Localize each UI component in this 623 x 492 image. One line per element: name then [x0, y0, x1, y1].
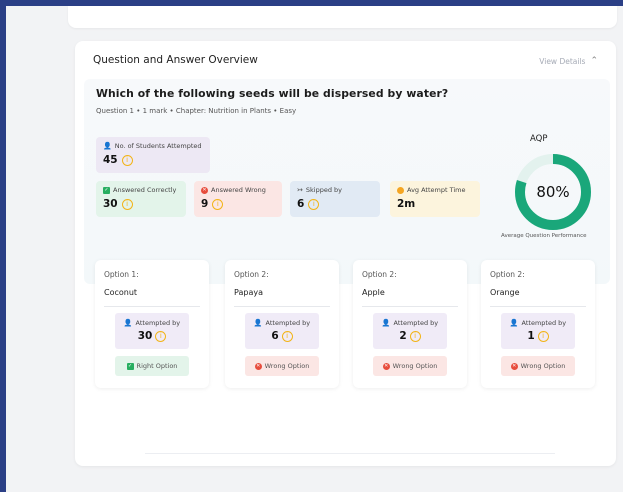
option-number: Option 2: [490, 270, 525, 279]
stat-skipped: ↣ Skipped by 6i [290, 181, 380, 217]
option-attempted-value: 30 [137, 330, 153, 342]
option-attempted-label: Attempted by [393, 319, 439, 327]
info-icon[interactable]: i [281, 330, 293, 342]
option-status-label: Wrong Option [264, 362, 310, 370]
view-details-link[interactable]: View Details ⌃ [539, 56, 598, 66]
check-icon: ✓ [126, 362, 134, 370]
option-status-label: Wrong Option [520, 362, 566, 370]
x-circle-icon: ✕ [254, 362, 262, 370]
stat-correct: ✓ Answered Correctly 30 i [96, 181, 186, 217]
info-icon[interactable]: i [121, 154, 133, 166]
option-name: Papaya [234, 288, 263, 297]
question-meta: Question 1 • 1 mark • Chapter: Nutrition… [96, 107, 297, 115]
divider [145, 453, 555, 454]
stat-correct-label: Answered Correctly [113, 186, 177, 194]
option-status-tag: ✕ Wrong Option [245, 356, 319, 376]
stat-attempted: 👤 No. of Students Attempted 45 i [96, 137, 210, 173]
option-attempted-value: 6 [271, 330, 279, 342]
x-circle-icon: ✕ [510, 362, 518, 370]
divider [490, 306, 586, 307]
option-attempted-label: Attempted by [265, 319, 311, 327]
previous-card-edge [68, 6, 617, 28]
stat-skipped-label: Skipped by [305, 186, 342, 194]
person-icon: 👤 [123, 319, 133, 327]
divider [362, 306, 458, 307]
check-icon: ✓ [103, 186, 110, 194]
option-card: Option 2: Orange 👤 Attempted by 1 i ✕ Wrong Opt… [481, 260, 595, 388]
option-number: Option 2: [362, 270, 397, 279]
option-card: Option 2: Papaya 👤 Attempted by 6 i ✕ Wrong Opt… [225, 260, 339, 388]
stat-wrong-value: 9 [201, 198, 209, 210]
option-status-label: Right Option [136, 362, 178, 370]
option-attempted-box: 👤 Attempted by 1 i [501, 313, 575, 349]
option-attempted-label: Attempted by [135, 319, 181, 327]
info-icon[interactable]: i [155, 330, 167, 342]
info-icon[interactable]: i [308, 198, 320, 210]
stat-avg-time: Avg Attempt Time 2m [390, 181, 480, 217]
option-status-tag: ✕ Wrong Option [373, 356, 447, 376]
chevron-up-icon: ⌃ [590, 56, 598, 66]
option-name: Apple [362, 288, 385, 297]
x-circle-icon: ✕ [201, 186, 208, 194]
option-status-tag: ✓ Right Option [115, 356, 189, 376]
person-icon: 👤 [253, 319, 263, 327]
option-attempted-box: 👤 Attempted by 30 i [115, 313, 189, 349]
option-name: Orange [490, 288, 520, 297]
person-icon: 👤 [381, 319, 391, 327]
stat-wrong-label: Answered Wrong [211, 186, 266, 194]
person-icon: 👤 [103, 142, 112, 150]
card-title: Question and Answer Overview [93, 54, 258, 66]
option-attempted-box: 👤 Attempted by 2 i [373, 313, 447, 349]
option-number: Option 2: [234, 270, 269, 279]
aqp-value: 80% [536, 183, 569, 201]
divider [104, 306, 200, 307]
aqp-title: AQP [530, 134, 548, 144]
skip-arrow-icon: ↣ [297, 186, 303, 194]
info-icon[interactable]: i [409, 330, 421, 342]
option-name: Coconut [104, 288, 138, 297]
view-details-label: View Details [539, 56, 586, 66]
option-card: Option 1: Coconut 👤 Attempted by 30 i ✓ Right O… [95, 260, 209, 388]
stat-skipped-value: 6 [297, 198, 305, 210]
qa-overview-card: Question and Answer Overview View Detail… [75, 41, 616, 466]
aqp-subtitle: Average Question Performance [501, 233, 587, 239]
stat-avg-time-value: 2m [397, 198, 416, 210]
option-attempted-label: Attempted by [521, 319, 567, 327]
info-icon[interactable]: i [212, 198, 224, 210]
stat-avg-time-label: Avg Attempt Time [407, 186, 466, 194]
x-circle-icon: ✕ [382, 362, 390, 370]
option-card: Option 2: Apple 👤 Attempted by 2 i ✕ Wrong Opti… [353, 260, 467, 388]
option-status-tag: ✕ Wrong Option [501, 356, 575, 376]
stat-wrong: ✕ Answered Wrong 9i [194, 181, 282, 217]
stat-attempted-label: No. of Students Attempted [114, 142, 202, 150]
question-text: Which of the following seeds will be dis… [96, 87, 449, 100]
option-attempted-value: 1 [527, 330, 535, 342]
option-attempted-value: 2 [399, 330, 407, 342]
option-number: Option 1: [104, 270, 139, 279]
question-panel: Which of the following seeds will be dis… [84, 79, 610, 284]
info-icon[interactable]: i [537, 330, 549, 342]
clock-icon [397, 186, 404, 194]
info-icon[interactable]: i [121, 198, 133, 210]
stat-correct-value: 30 [103, 198, 118, 210]
option-status-label: Wrong Option [392, 362, 438, 370]
stat-attempted-value: 45 [103, 154, 118, 166]
divider [234, 306, 330, 307]
aqp-gauge: 80% [515, 154, 591, 230]
option-attempted-box: 👤 Attempted by 6 i [245, 313, 319, 349]
person-icon: 👤 [509, 319, 519, 327]
